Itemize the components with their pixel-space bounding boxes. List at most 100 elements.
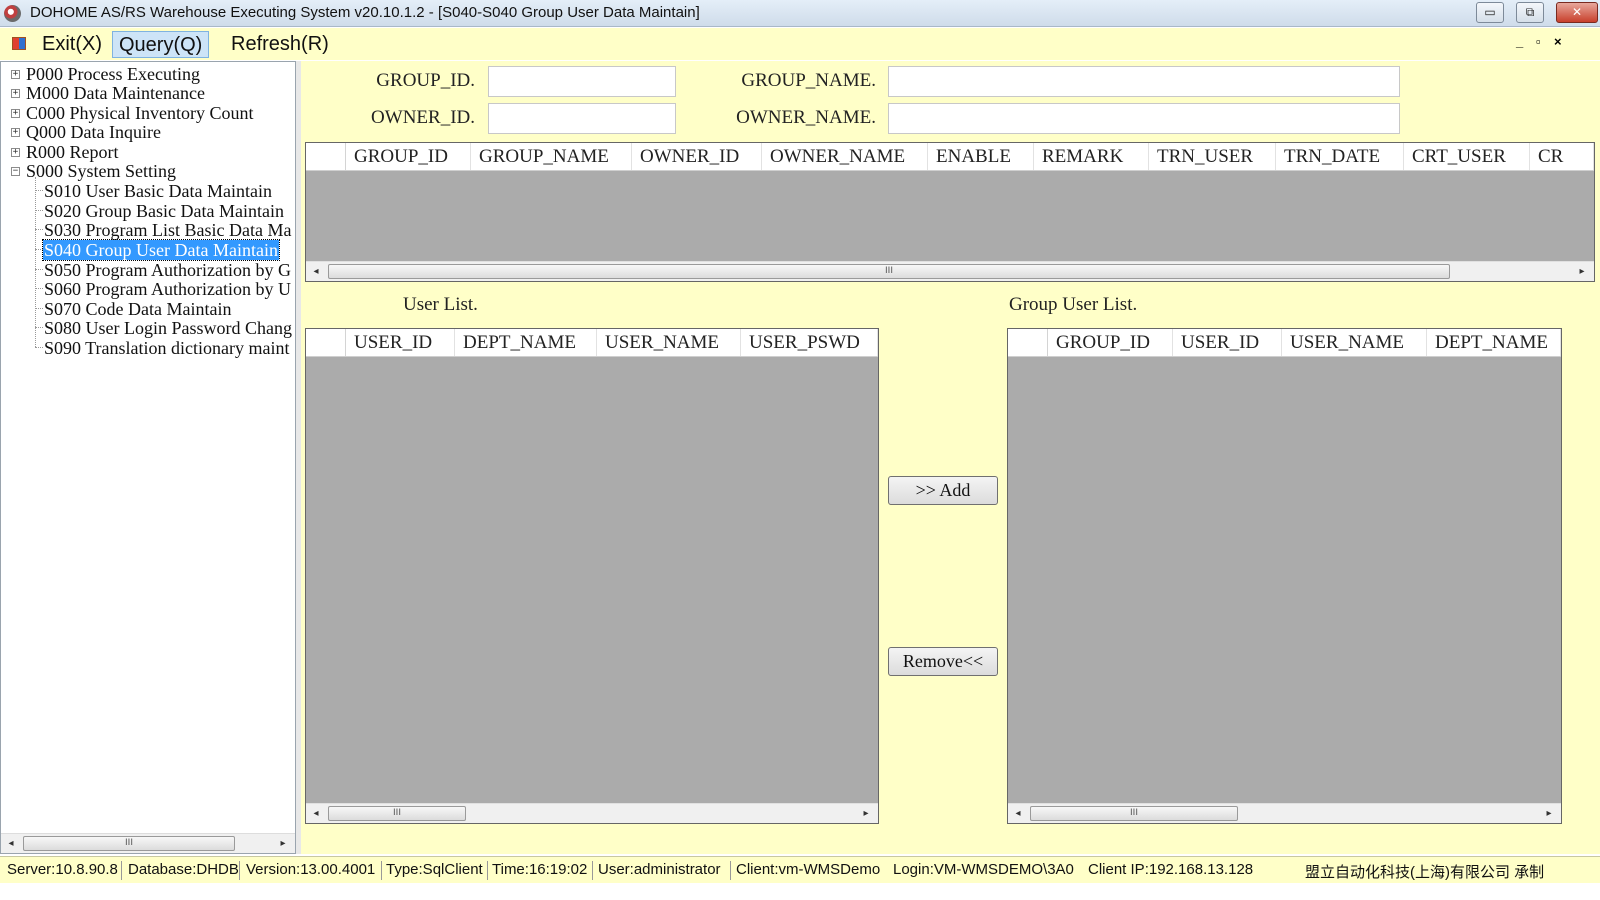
tree-node-s080[interactable]: S080 User Login Password Chang xyxy=(44,318,292,338)
group-name-label: GROUP_NAME. xyxy=(741,70,876,91)
tree-connector xyxy=(35,269,43,270)
mdi-minimize-button[interactable]: _ xyxy=(1516,34,1523,49)
scroll-left-icon[interactable]: ◂ xyxy=(1,834,21,853)
user-list-label: User List. xyxy=(403,294,478,315)
add-button[interactable]: >> Add xyxy=(888,476,998,505)
tree-connector xyxy=(35,177,36,347)
column-header[interactable]: CRT_USER xyxy=(1404,143,1530,170)
column-header[interactable]: DEPT_NAME xyxy=(1427,329,1561,356)
column-header[interactable]: USER_ID xyxy=(346,329,455,356)
status-client: Client:vm-WMSDemo xyxy=(736,861,881,878)
user-list-grid[interactable]: USER_ID DEPT_NAME USER_NAME USER_PSWD ◂ … xyxy=(305,328,879,824)
expand-icon[interactable]: + xyxy=(11,128,20,137)
column-header[interactable]: GROUP_ID xyxy=(346,143,471,170)
column-header[interactable]: TRN_DATE xyxy=(1276,143,1404,170)
tree-node-m000[interactable]: M000 Data Maintenance xyxy=(26,83,205,103)
group-id-input[interactable] xyxy=(488,66,676,97)
scroll-left-icon[interactable]: ◂ xyxy=(306,804,326,823)
scroll-thumb[interactable]: III xyxy=(1030,806,1238,821)
column-header[interactable]: OWNER_NAME xyxy=(762,143,928,170)
mdi-close-button[interactable]: × xyxy=(1554,34,1562,49)
tree-node-p000[interactable]: P000 Process Executing xyxy=(26,64,200,84)
status-server: Server:10.8.90.8 xyxy=(7,861,118,878)
status-client-ip: Client IP:192.168.13.128 xyxy=(1088,861,1254,878)
tree-node-s020[interactable]: S020 Group Basic Data Maintain xyxy=(44,201,284,221)
tree-node-s090[interactable]: S090 Translation dictionary maint xyxy=(44,338,290,358)
expand-icon[interactable]: + xyxy=(11,70,20,79)
remove-button[interactable]: Remove<< xyxy=(888,647,998,676)
minimize-button[interactable]: ▭ xyxy=(1476,2,1504,23)
tree-node-c000[interactable]: C000 Physical Inventory Count xyxy=(26,103,254,123)
tree-horizontal-scrollbar[interactable]: ◂ III ▸ xyxy=(1,833,295,853)
tree-connector xyxy=(35,190,43,191)
column-header[interactable]: USER_PSWD xyxy=(741,329,878,356)
window-title: DOHOME AS/RS Warehouse Executing System … xyxy=(30,4,700,21)
status-divider xyxy=(239,861,240,880)
tree-node-s030[interactable]: S030 Program List Basic Data Ma xyxy=(44,220,291,240)
mdi-restore-button[interactable]: ▫ xyxy=(1536,34,1541,49)
tree-node-s070[interactable]: S070 Code Data Maintain xyxy=(44,299,231,319)
scroll-right-icon[interactable]: ▸ xyxy=(273,834,293,853)
scroll-right-icon[interactable]: ▸ xyxy=(856,804,876,823)
column-header[interactable]: GROUP_NAME xyxy=(471,143,632,170)
user-list-horizontal-scrollbar[interactable]: ◂ III ▸ xyxy=(306,803,878,823)
group-user-list-horizontal-scrollbar[interactable]: ◂ III ▸ xyxy=(1008,803,1561,823)
tree-connector xyxy=(35,210,43,211)
column-header[interactable]: DEPT_NAME xyxy=(455,329,597,356)
expand-icon[interactable]: + xyxy=(11,109,20,118)
status-time: Time:16:19:02 xyxy=(492,861,588,878)
tree-connector xyxy=(35,229,43,230)
tree-connector xyxy=(35,249,43,250)
title-bar: DOHOME AS/RS Warehouse Executing System … xyxy=(0,0,1600,27)
tree-node-r000[interactable]: R000 Report xyxy=(26,142,119,162)
close-button[interactable]: ✕ xyxy=(1556,2,1598,23)
status-user: User:administrator xyxy=(598,861,721,878)
owner-id-label: OWNER_ID. xyxy=(371,107,475,128)
tree-node-s040-selected[interactable]: S040 Group User Data Maintain xyxy=(42,239,280,261)
column-header[interactable]: USER_NAME xyxy=(1282,329,1427,356)
group-name-input[interactable] xyxy=(888,66,1400,97)
owner-id-input[interactable] xyxy=(488,103,676,134)
status-login: Login:VM-WMSDEMO\3A0 xyxy=(893,861,1074,878)
collapse-icon[interactable]: − xyxy=(11,167,20,176)
column-header[interactable]: GROUP_ID xyxy=(1048,329,1173,356)
column-header[interactable]: ENABLE xyxy=(928,143,1034,170)
column-header[interactable]: OWNER_ID xyxy=(632,143,762,170)
scroll-right-icon[interactable]: ▸ xyxy=(1539,804,1559,823)
status-divider xyxy=(730,861,731,880)
scroll-thumb[interactable]: III xyxy=(328,806,466,821)
menu-query[interactable]: Query(Q) xyxy=(112,31,210,58)
scroll-right-icon[interactable]: ▸ xyxy=(1572,262,1592,281)
column-header[interactable]: USER_ID xyxy=(1173,329,1282,356)
column-header[interactable]: USER_NAME xyxy=(597,329,741,356)
scroll-left-icon[interactable]: ◂ xyxy=(306,262,326,281)
expand-icon[interactable]: + xyxy=(11,148,20,157)
menu-refresh[interactable]: Refresh(R) xyxy=(225,31,335,58)
column-header[interactable]: REMARK xyxy=(1034,143,1149,170)
status-type: Type:SqlClient xyxy=(386,861,483,878)
status-divider xyxy=(121,861,122,880)
scroll-left-icon[interactable]: ◂ xyxy=(1008,804,1028,823)
restore-button[interactable]: ⧉ xyxy=(1516,2,1544,23)
row-header-cell xyxy=(1008,329,1048,356)
tree-node-s050[interactable]: S050 Program Authorization by G xyxy=(44,260,291,280)
scroll-thumb[interactable]: III xyxy=(23,836,235,851)
mdi-form-icon[interactable] xyxy=(12,37,26,50)
group-grid-header: GROUP_ID GROUP_NAME OWNER_ID OWNER_NAME … xyxy=(306,143,1594,171)
group-id-label: GROUP_ID. xyxy=(376,70,475,91)
menu-exit[interactable]: Exit(X) xyxy=(36,31,108,58)
tree-node-s060[interactable]: S060 Program Authorization by U xyxy=(44,279,291,299)
group-grid[interactable]: GROUP_ID GROUP_NAME OWNER_ID OWNER_NAME … xyxy=(305,142,1595,282)
tree-node-s010[interactable]: S010 User Basic Data Maintain xyxy=(44,181,272,201)
column-header[interactable]: TRN_USER xyxy=(1149,143,1276,170)
scroll-thumb[interactable]: III xyxy=(328,264,1450,279)
tree-connector xyxy=(35,288,43,289)
expand-icon[interactable]: + xyxy=(11,89,20,98)
column-header[interactable]: CR xyxy=(1530,143,1594,170)
navigation-tree: + P000 Process Executing + M000 Data Mai… xyxy=(0,61,296,854)
tree-node-s000[interactable]: S000 System Setting xyxy=(26,161,176,181)
tree-node-q000[interactable]: Q000 Data Inquire xyxy=(26,122,161,142)
owner-name-input[interactable] xyxy=(888,103,1400,134)
group-grid-horizontal-scrollbar[interactable]: ◂ III ▸ xyxy=(306,261,1594,281)
group-user-list-grid[interactable]: GROUP_ID USER_ID USER_NAME DEPT_NAME ◂ I… xyxy=(1007,328,1562,824)
